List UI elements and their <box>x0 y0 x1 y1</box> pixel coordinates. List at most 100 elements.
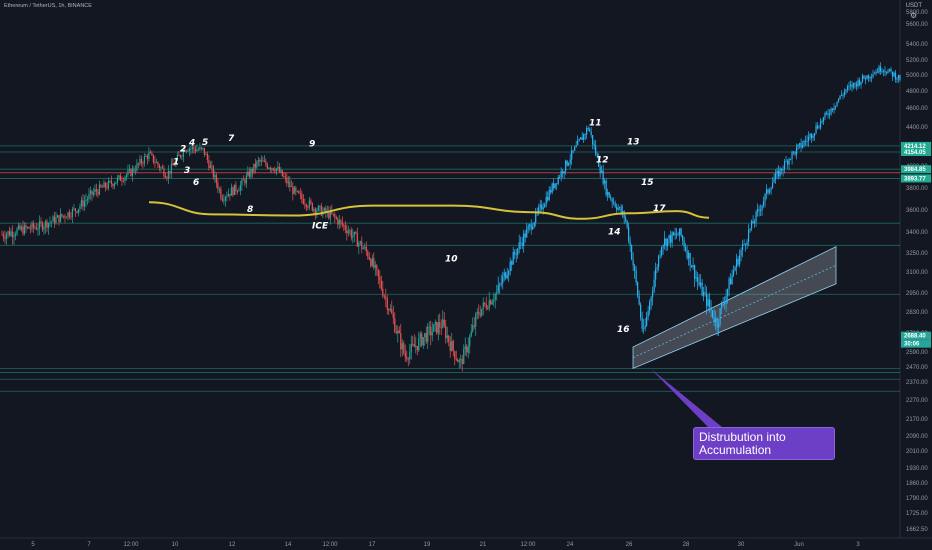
candle-body <box>807 136 810 141</box>
candle-body <box>146 156 149 159</box>
candle-body <box>701 282 703 296</box>
candle-body <box>250 169 252 177</box>
candle-body <box>470 331 472 337</box>
wave-label-6: 6 <box>193 178 199 188</box>
candle-body <box>80 200 83 207</box>
candle-body <box>350 230 352 238</box>
candle-body <box>346 229 348 234</box>
price-label: 4154.05 <box>904 150 926 156</box>
candle-body <box>461 359 463 365</box>
symbol-title: Ethereum / TetherUS, 1h, BINANCE <box>4 3 92 9</box>
wave-label-7: 7 <box>228 134 235 144</box>
candle-body <box>242 179 244 181</box>
candle-body <box>224 197 226 201</box>
candle-body <box>443 319 445 326</box>
candle-body <box>16 228 18 235</box>
chart-stage: ICE 1 2 3 4 5 6 7 8 9 10 11 12 13 14 15 16 17 5800.00 5600.… <box>0 0 932 550</box>
candle-body <box>797 144 799 148</box>
candle-body <box>220 189 222 199</box>
candle-body <box>277 166 279 169</box>
candle-body <box>23 225 26 234</box>
candle-body <box>94 189 96 193</box>
candle-body <box>232 187 234 195</box>
candle-body <box>245 175 247 184</box>
wave-label-4: 4 <box>188 138 195 148</box>
price-label: 2688.40 <box>904 334 926 340</box>
candle-body <box>143 156 146 164</box>
candle-body <box>604 180 606 184</box>
candle-body <box>791 151 793 160</box>
candle-body <box>400 333 402 350</box>
price-chart[interactable]: ICE1234 5678910111213141516175800.005600.… <box>0 0 932 550</box>
candle-body <box>2 234 5 238</box>
x-tick-label: 12 <box>229 542 236 548</box>
candle-body <box>194 149 196 152</box>
gear-icon[interactable]: ⚙ <box>910 12 918 20</box>
candle-body <box>361 241 363 249</box>
candle-body <box>671 232 673 243</box>
y-tick-label: 1930.00 <box>906 466 928 472</box>
candle-body <box>467 346 469 353</box>
candle-body <box>389 308 391 311</box>
candle-body <box>872 74 874 78</box>
candle-body <box>104 182 107 188</box>
candle-body <box>698 281 700 286</box>
currency-label: USDT <box>905 3 922 9</box>
candle-body <box>244 180 246 184</box>
candle-body <box>271 168 273 170</box>
candle-body <box>17 225 20 229</box>
candle-body <box>601 170 603 173</box>
candle-body <box>894 72 897 80</box>
candle-body <box>128 169 131 171</box>
candle-body <box>362 248 364 250</box>
candle-body <box>118 175 120 178</box>
candle-body <box>356 233 358 247</box>
candle-body <box>611 199 613 203</box>
candle-body <box>502 276 504 284</box>
candle-body <box>188 148 190 152</box>
candle-body <box>427 326 429 342</box>
candle-body <box>428 326 430 328</box>
candle-body <box>843 91 846 95</box>
candle-body <box>685 246 687 251</box>
candle-body <box>73 208 75 210</box>
candle-body <box>855 83 858 87</box>
candle-body <box>581 137 583 140</box>
candle-body <box>767 189 769 193</box>
candle-body <box>58 215 60 222</box>
candle-body <box>71 209 74 217</box>
candle-body <box>517 248 519 256</box>
candle-body <box>655 268 657 280</box>
candle-body <box>828 114 831 116</box>
candle-body <box>674 233 676 235</box>
candle-body <box>653 279 655 292</box>
candle-body <box>31 223 33 229</box>
accumulation-channel <box>632 246 837 369</box>
candle-body <box>794 151 796 155</box>
candle-body <box>641 317 643 329</box>
x-tick-label: 21 <box>480 542 487 548</box>
candle-body <box>800 143 802 148</box>
candle-body <box>469 336 471 347</box>
x-tick-label: 3 <box>856 542 860 548</box>
candle-body <box>5 234 8 239</box>
candle-body <box>169 171 171 174</box>
candle-body <box>563 171 565 174</box>
candle-body <box>436 321 438 334</box>
y-tick-label: 5000.00 <box>906 73 928 79</box>
candle-body <box>779 168 781 177</box>
candle-body <box>652 291 654 298</box>
candle-body <box>602 170 604 184</box>
candle-body <box>716 318 718 328</box>
candle-body <box>86 199 89 201</box>
candle-body <box>266 164 268 169</box>
y-tick-label: 2090.00 <box>906 434 928 440</box>
candle-body <box>106 187 108 188</box>
candle-body <box>697 277 699 282</box>
candle-body <box>434 321 436 325</box>
candle-body <box>43 227 45 230</box>
candle-body <box>248 171 250 177</box>
candle-body <box>572 150 574 152</box>
candle-body <box>4 237 6 239</box>
candle-body <box>14 234 17 236</box>
